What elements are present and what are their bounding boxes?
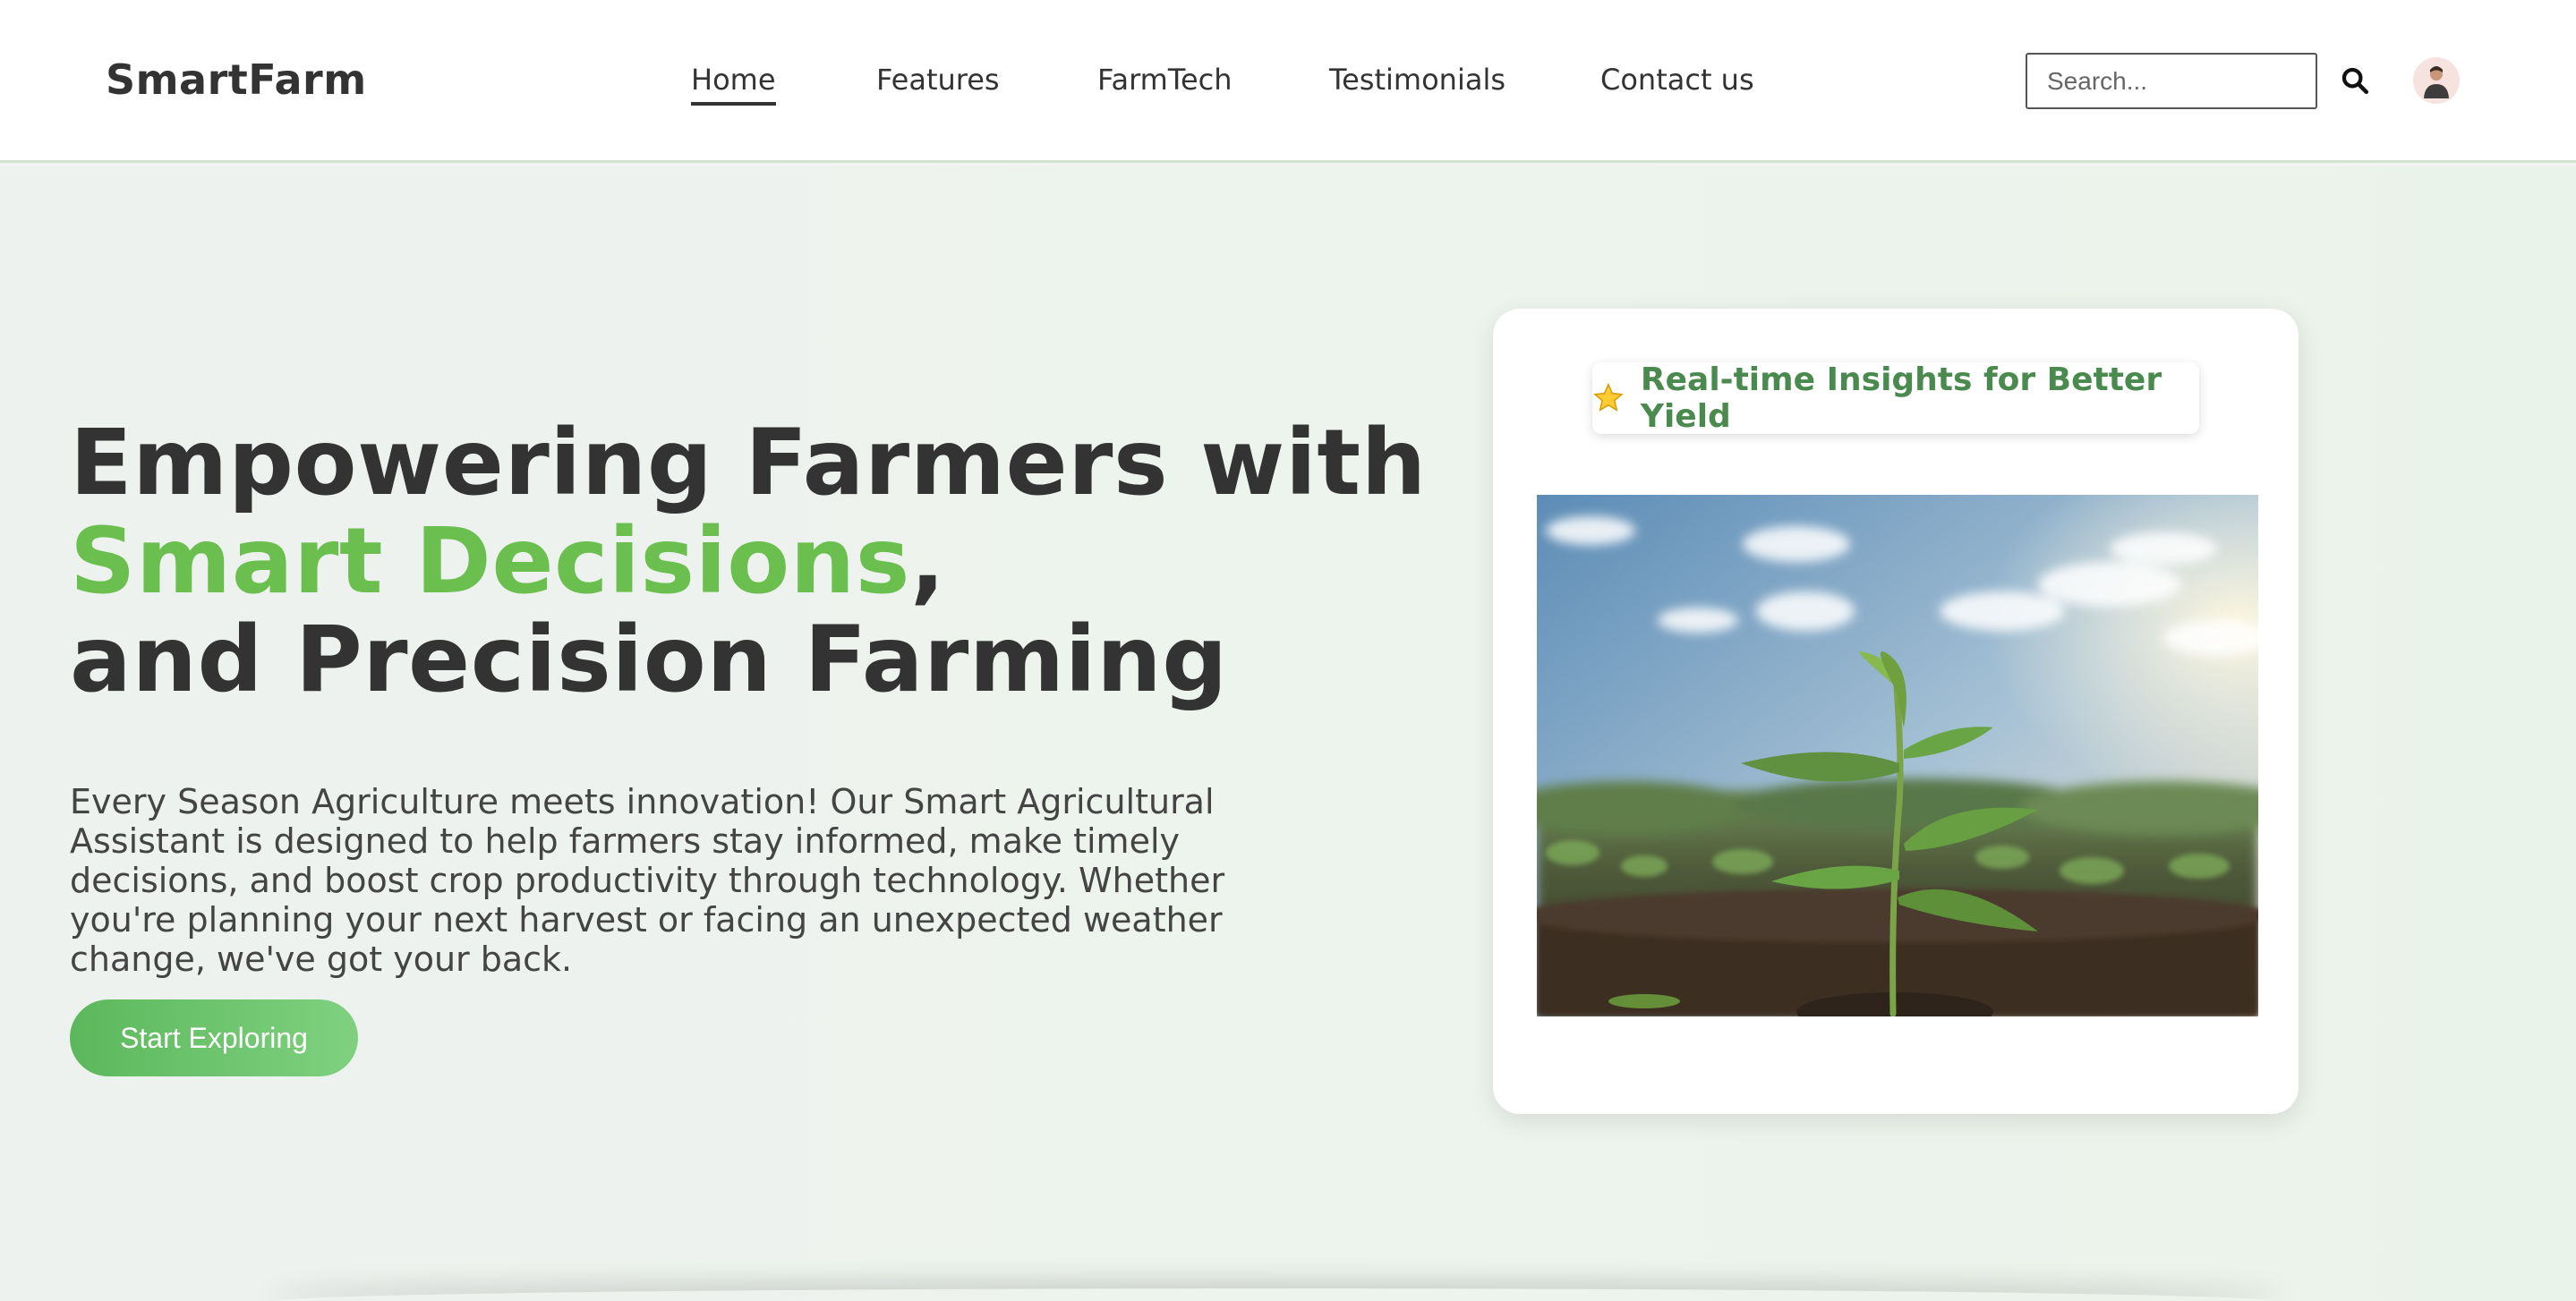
headline-highlight: Smart Decisions — [70, 508, 910, 615]
hero-headline: Empowering Farmers with Smart Decisions,… — [70, 414, 1427, 710]
nav-farmtech[interactable]: FarmTech — [1097, 63, 1233, 97]
headline-line-3: and Precision Farming — [70, 607, 1228, 713]
user-avatar-icon[interactable] — [2413, 57, 2460, 104]
search-icon[interactable] — [2340, 65, 2370, 96]
start-exploring-button[interactable]: Start Exploring — [70, 999, 358, 1076]
insights-card: Real-time Insights for Better Yield — [1493, 309, 2299, 1114]
hero-description: Every Season Agriculture meets innovatio… — [70, 782, 1225, 979]
seedling-image — [1537, 495, 2258, 1016]
nav-contact[interactable]: Contact us — [1600, 63, 1754, 97]
search-input[interactable] — [2026, 53, 2317, 109]
site-header: SmartFarm Home Features FarmTech Testimo… — [0, 0, 2576, 163]
insights-badge: Real-time Insights for Better Yield — [1592, 361, 2199, 435]
logo[interactable]: SmartFarm — [106, 55, 367, 104]
nav-features[interactable]: Features — [876, 63, 1000, 97]
nav-home[interactable]: Home — [691, 63, 776, 106]
nav-testimonials[interactable]: Testimonials — [1329, 63, 1506, 97]
headline-comma: , — [910, 508, 946, 615]
star-icon — [1593, 382, 1624, 412]
headline-line-1: Empowering Farmers with — [70, 410, 1427, 516]
badge-text: Real-time Insights for Better Yield — [1640, 361, 2162, 435]
